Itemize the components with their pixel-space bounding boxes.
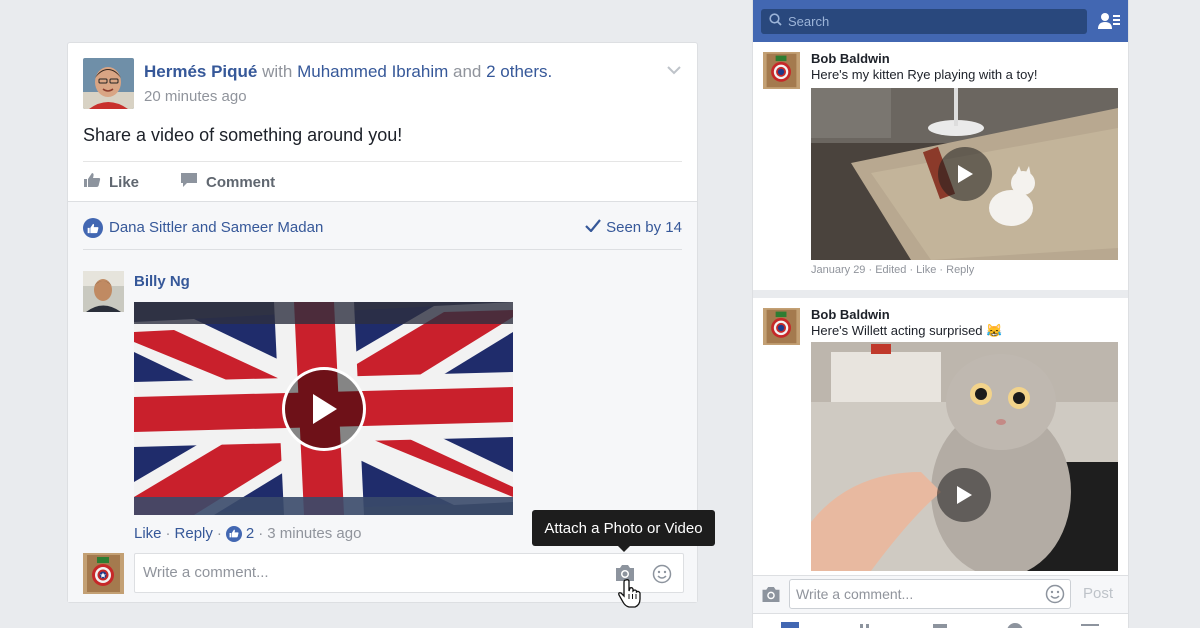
with-word: with: [262, 62, 293, 81]
mobile-video[interactable]: [811, 342, 1118, 571]
hand-cursor-icon: [617, 578, 645, 608]
friends-icon[interactable]: [1098, 11, 1120, 31]
mobile-post-text: Here's Willett acting surprised 😹: [811, 323, 1003, 338]
comment-input[interactable]: [143, 564, 583, 581]
mobile-panel: Bob Baldwin Here's my kitten Rye playing…: [752, 0, 1129, 628]
mobile-author-name[interactable]: Bob Baldwin: [811, 51, 890, 66]
menu-tab-icon[interactable]: [1081, 618, 1099, 628]
comment-like-count[interactable]: 2: [246, 525, 254, 542]
mobile-post: Bob Baldwin Here's Willett acting surpri…: [753, 290, 1128, 575]
mobile-post-button[interactable]: Post: [1083, 585, 1113, 602]
friend-requests-tab-icon[interactable]: [856, 618, 874, 628]
and-word: and: [453, 62, 482, 81]
mobile-author-name[interactable]: Bob Baldwin: [811, 307, 890, 322]
camera-icon[interactable]: [761, 586, 781, 603]
mobile-author-avatar[interactable]: [763, 52, 800, 89]
chevron-down-icon[interactable]: [666, 62, 682, 78]
like-reaction-icon: [83, 218, 103, 238]
comment-like-link[interactable]: Like: [134, 525, 162, 542]
comment-icon: [180, 172, 198, 192]
comment-button[interactable]: Comment: [180, 172, 275, 192]
mobile-video[interactable]: [811, 88, 1118, 260]
author-name-link[interactable]: Hermés Piqué: [144, 62, 257, 81]
post-text: Share a video of something around you!: [83, 125, 403, 145]
separator: ·: [258, 525, 264, 542]
mobile-author-avatar[interactable]: [763, 308, 800, 345]
comment-actions: Like · Reply · 2 · 3 minutes ago: [134, 525, 361, 542]
mobile-top-bar: [753, 0, 1128, 42]
comment-video[interactable]: [134, 302, 513, 515]
like-reaction-icon: [225, 525, 242, 542]
checkmark-icon: [585, 219, 601, 236]
mobile-post: Bob Baldwin Here's my kitten Rye playing…: [753, 42, 1128, 288]
post-timestamp[interactable]: 20 minutes ago: [144, 88, 247, 105]
play-icon[interactable]: [937, 468, 991, 522]
like-button[interactable]: Like: [83, 172, 139, 192]
likes-names-link[interactable]: Dana Sittler and Sameer Madan: [109, 219, 323, 236]
messages-tab-icon[interactable]: [931, 618, 949, 628]
commenter-name-link[interactable]: Billy Ng: [134, 273, 190, 290]
seen-by-label: Seen by 14: [606, 219, 682, 236]
post-action-bar: Like Comment: [83, 161, 682, 201]
mobile-comment-composer: Post: [753, 575, 1128, 613]
comment-input-box[interactable]: [134, 553, 684, 593]
seen-by[interactable]: Seen by 14: [585, 219, 682, 236]
play-icon[interactable]: [282, 367, 366, 451]
news-feed-tab-icon[interactable]: [781, 618, 799, 628]
mobile-comment-input[interactable]: [796, 586, 1036, 602]
notifications-tab-icon[interactable]: [1006, 618, 1024, 628]
separator: ·: [165, 525, 171, 542]
smile-icon[interactable]: [1045, 584, 1065, 604]
mobile-search-box[interactable]: [761, 9, 1087, 34]
comment-label: Comment: [206, 173, 276, 191]
mobile-post-meta: January 29 · Edited · Like · Reply: [811, 264, 975, 276]
current-user-avatar[interactable]: [83, 553, 124, 594]
like-icon: [83, 172, 101, 192]
attach-tooltip: Attach a Photo or Video: [532, 510, 715, 552]
play-icon[interactable]: [938, 147, 992, 201]
mobile-comment-box[interactable]: [789, 579, 1071, 609]
mobile-tab-bar: [753, 613, 1128, 628]
comment-reply-link[interactable]: Reply: [175, 525, 213, 542]
mobile-search-input[interactable]: [788, 14, 1068, 29]
mobile-post-text: Here's my kitten Rye playing with a toy!: [811, 67, 1038, 82]
likes-summary: Dana Sittler and Sameer Madan Seen by 14: [83, 216, 682, 250]
search-icon: [769, 12, 782, 31]
comment-time[interactable]: 3 minutes ago: [267, 525, 361, 542]
author-avatar[interactable]: [83, 58, 134, 109]
tagged-user-link[interactable]: Muhammed Ibrahim: [297, 62, 448, 81]
separator: ·: [216, 525, 222, 542]
post-author-line: Hermés Piqué with Muhammed Ibrahim and 2…: [144, 62, 552, 82]
others-link[interactable]: 2 others.: [486, 62, 552, 81]
like-label: Like: [109, 173, 140, 191]
smile-icon[interactable]: [652, 564, 672, 584]
post-header: Hermés Piqué with Muhammed Ibrahim and 2…: [83, 58, 682, 110]
commenter-avatar[interactable]: [83, 271, 124, 312]
